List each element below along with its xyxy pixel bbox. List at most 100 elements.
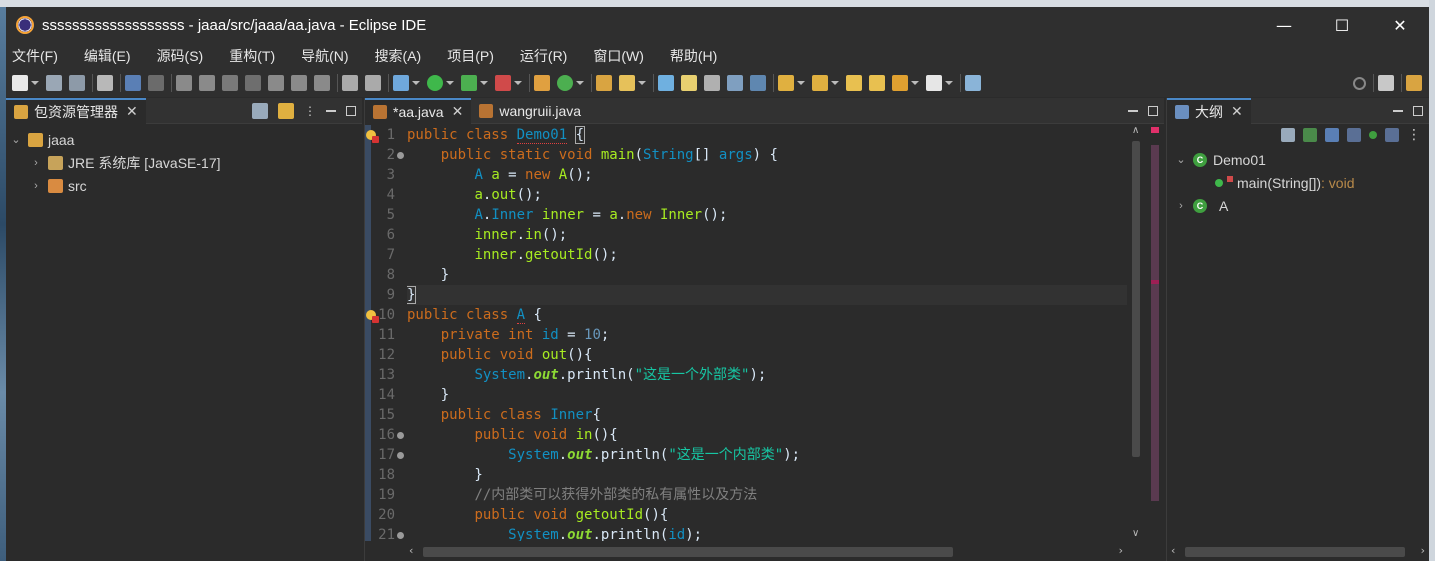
outline-item-class-a[interactable]: › C A: [1167, 194, 1429, 217]
scroll-down-icon[interactable]: ∨: [1132, 528, 1139, 539]
arrow-right-icon[interactable]: [926, 75, 942, 91]
toggle-mark-occurrences-icon[interactable]: [658, 75, 674, 91]
tab-outline[interactable]: 大纲 ✕: [1167, 97, 1251, 124]
chevron-down-icon[interactable]: [911, 81, 919, 85]
maximize-view-icon[interactable]: [1413, 106, 1423, 116]
pin-editor-icon[interactable]: [965, 75, 981, 91]
sort-icon[interactable]: [1303, 128, 1317, 142]
run-icon[interactable]: [427, 75, 443, 91]
step-return-icon[interactable]: [314, 75, 330, 91]
tab-aa-java[interactable]: *aa.java ✕: [365, 97, 472, 124]
java-perspective-icon[interactable]: [1406, 75, 1422, 91]
minimize-view-icon[interactable]: [1393, 110, 1403, 112]
chevron-down-icon[interactable]: [945, 81, 953, 85]
terminal-icon[interactable]: [125, 75, 141, 91]
editor-horizontal-scrollbar[interactable]: ‹ ›: [407, 544, 1127, 560]
fold-toggle-icon[interactable]: [397, 152, 404, 159]
previous-annotation-icon[interactable]: [812, 75, 828, 91]
scroll-thumb[interactable]: [1185, 547, 1405, 557]
chevron-down-icon[interactable]: [480, 81, 488, 85]
scroll-thumb[interactable]: [1132, 141, 1140, 457]
show-whitespace-icon[interactable]: [750, 75, 766, 91]
debug-icon[interactable]: [393, 75, 409, 91]
back-icon[interactable]: [869, 75, 885, 91]
toggle-highlight-icon[interactable]: [681, 75, 697, 91]
menu-run[interactable]: 运行(R): [520, 46, 567, 66]
scroll-right-icon[interactable]: ›: [1119, 544, 1123, 557]
tab-package-explorer[interactable]: 包资源管理器 ✕: [6, 97, 146, 124]
tree-item-src[interactable]: › src: [6, 174, 362, 197]
last-edit-location-icon[interactable]: [846, 75, 862, 91]
search-icon[interactable]: [1353, 76, 1366, 90]
new-icon[interactable]: [12, 75, 28, 91]
menu-file[interactable]: 文件(F): [12, 46, 58, 66]
error-overview-marker[interactable]: [1151, 127, 1159, 133]
maximize-button[interactable]: ☐: [1313, 7, 1371, 43]
close-icon[interactable]: ✕: [1231, 103, 1243, 120]
drop-to-frame-icon[interactable]: [342, 75, 358, 91]
minimize-view-icon[interactable]: [326, 110, 336, 112]
chevron-down-icon[interactable]: [514, 81, 522, 85]
collapse-all-icon[interactable]: [252, 103, 268, 119]
save-all-icon[interactable]: [69, 75, 85, 91]
close-icon[interactable]: ✕: [452, 103, 464, 120]
maximize-view-icon[interactable]: [346, 106, 356, 116]
minimize-view-icon[interactable]: [1128, 110, 1138, 112]
step-into-icon[interactable]: [268, 75, 284, 91]
chevron-down-icon[interactable]: [831, 81, 839, 85]
code-area[interactable]: public class Demo01 { public static void…: [407, 125, 1127, 541]
open-task-icon[interactable]: [619, 75, 635, 91]
fold-toggle-icon[interactable]: [397, 532, 404, 539]
disconnect-icon[interactable]: [245, 75, 261, 91]
fold-toggle-icon[interactable]: [397, 452, 404, 459]
close-button[interactable]: ✕: [1371, 7, 1429, 43]
fold-toggle-icon[interactable]: [397, 432, 404, 439]
hide-non-public-icon[interactable]: [1369, 131, 1377, 139]
print-icon[interactable]: [97, 75, 113, 91]
tab-wangruii-java[interactable]: wangruii.java: [471, 98, 589, 124]
chevron-down-icon[interactable]: ⌄: [10, 133, 22, 146]
resume-icon[interactable]: [176, 75, 192, 91]
terminate-icon[interactable]: [222, 75, 238, 91]
word-wrap-icon[interactable]: [727, 75, 743, 91]
open-type-icon[interactable]: [596, 75, 612, 91]
coverage-icon[interactable]: [461, 75, 477, 91]
scroll-left-icon[interactable]: ‹: [409, 544, 413, 557]
external-tools-icon[interactable]: [495, 75, 511, 91]
hide-static-icon[interactable]: [1347, 128, 1361, 142]
suspend-icon[interactable]: [199, 75, 215, 91]
chevron-down-icon[interactable]: ⌄: [1175, 153, 1187, 166]
scroll-up-icon[interactable]: ∧: [1132, 125, 1139, 136]
skip-breakpoints-icon[interactable]: [148, 75, 164, 91]
chevron-right-icon[interactable]: ›: [30, 180, 42, 192]
menu-source[interactable]: 源码(S): [157, 46, 204, 66]
next-annotation-icon[interactable]: [778, 75, 794, 91]
chevron-down-icon[interactable]: [638, 81, 646, 85]
chevron-right-icon[interactable]: ›: [30, 157, 42, 169]
open-perspective-icon[interactable]: [1378, 75, 1394, 91]
outline-item-class-demo01[interactable]: ⌄ C Demo01: [1167, 148, 1429, 171]
menu-window[interactable]: 窗口(W): [593, 46, 644, 66]
menu-search[interactable]: 搜索(A): [375, 46, 422, 66]
menu-navigate[interactable]: 导航(N): [301, 46, 348, 66]
arrow-left-icon[interactable]: [892, 75, 908, 91]
chevron-down-icon[interactable]: [576, 81, 584, 85]
chevron-down-icon[interactable]: [446, 81, 454, 85]
link-with-editor-icon[interactable]: [278, 103, 294, 119]
new-java-project-icon[interactable]: [534, 75, 550, 91]
view-menu-icon[interactable]: ⋮: [304, 104, 316, 118]
scroll-thumb[interactable]: [423, 547, 953, 557]
collapse-all-icon[interactable]: [1281, 128, 1295, 142]
chevron-right-icon[interactable]: ›: [1175, 200, 1187, 212]
chevron-down-icon[interactable]: [412, 81, 420, 85]
menu-edit[interactable]: 编辑(E): [84, 46, 131, 66]
menu-project[interactable]: 项目(P): [447, 46, 494, 66]
overview-ruler[interactable]: [1150, 125, 1160, 541]
menu-refactor[interactable]: 重构(T): [229, 46, 275, 66]
view-menu-icon[interactable]: ⋮: [1407, 127, 1421, 143]
maximize-view-icon[interactable]: [1148, 106, 1158, 116]
error-overview-marker[interactable]: [1151, 280, 1159, 284]
use-step-filters-icon[interactable]: [365, 75, 381, 91]
new-class-icon[interactable]: [557, 75, 573, 91]
editor-vertical-scrollbar[interactable]: ∧ ∨: [1129, 125, 1145, 541]
